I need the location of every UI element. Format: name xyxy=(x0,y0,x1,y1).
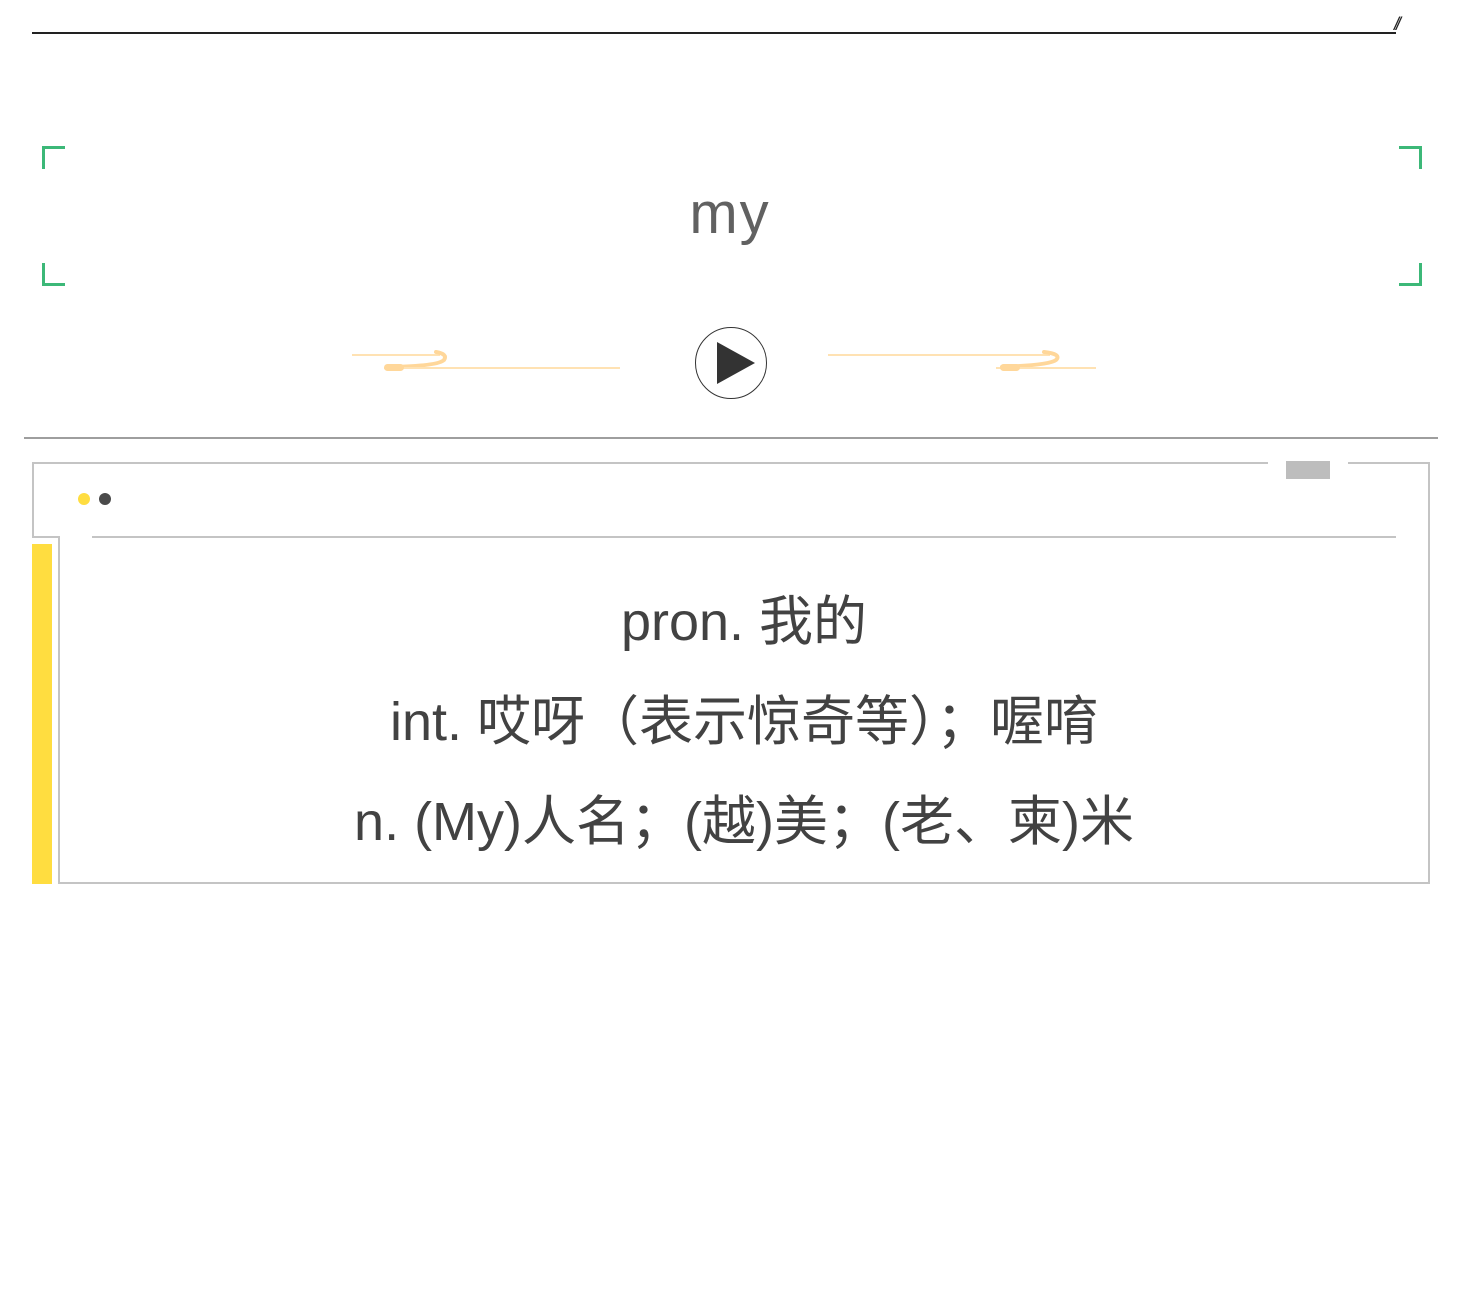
play-icon xyxy=(717,342,755,384)
card-border-bottom xyxy=(58,882,1430,884)
meaning-pron: pron. 我的 xyxy=(620,592,868,652)
top-rule xyxy=(32,32,1396,34)
card-border-left-upper xyxy=(32,462,34,538)
left-ornament-icon xyxy=(352,350,620,371)
yellow-dot-icon xyxy=(78,493,90,505)
play-audio-button[interactable] xyxy=(695,327,767,399)
card-border-step xyxy=(32,536,60,538)
card-border-top xyxy=(32,462,1268,464)
meaning-int: int. 哎呀（表示惊奇等）；喔唷 xyxy=(389,692,1099,752)
card-tab xyxy=(1286,461,1330,479)
dark-dot-icon xyxy=(99,493,111,505)
frame-corner-top-left xyxy=(42,146,65,169)
headword: my xyxy=(689,181,771,246)
card-accent-bar xyxy=(32,544,52,884)
section-divider xyxy=(24,437,1438,439)
frame-corner-bottom-right xyxy=(1399,263,1422,286)
right-ornament-icon xyxy=(828,350,1096,371)
card-header-rule xyxy=(92,536,1396,538)
frame-corner-top-right xyxy=(1399,146,1422,169)
top-rule-mark: // xyxy=(1394,14,1401,34)
card-border-right xyxy=(1428,462,1430,884)
meanings-list: pron. 我的 int. 哎呀（表示惊奇等）；喔唷 n. (My)人名；(越)… xyxy=(60,572,1428,872)
pronunciation-row xyxy=(0,326,1460,402)
word-card-page: // my pron. 我的 int. 哎呀（表示惊奇等）；喔唷 n. (My)… xyxy=(0,0,1460,1306)
frame-corner-bottom-left xyxy=(42,263,65,286)
meaning-noun: n. (My)人名；(越)美；(老、柬)米 xyxy=(354,792,1134,852)
card-border-top-right xyxy=(1348,462,1430,464)
